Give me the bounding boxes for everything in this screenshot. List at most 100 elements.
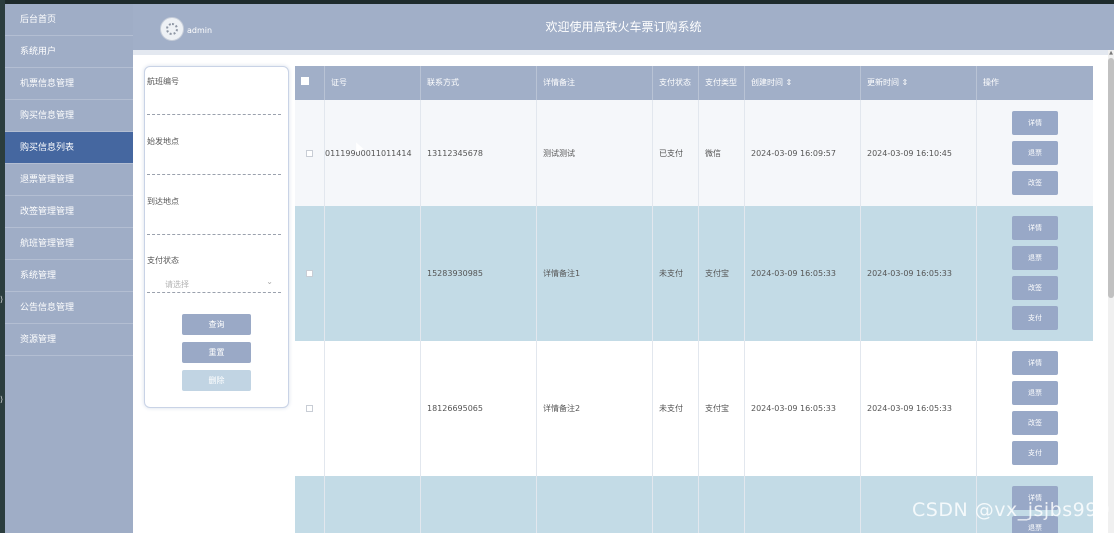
- row-select-cell: [295, 341, 325, 476]
- cell-created: [745, 476, 861, 533]
- sidebar-item-ticket-info[interactable]: 机票信息管理: [5, 68, 133, 100]
- cell-remark: 详情备注2: [537, 341, 653, 476]
- row-select-cell: [295, 476, 325, 533]
- sidebar-item-reschedule[interactable]: 改签管理管理: [5, 196, 133, 228]
- chevron-down-icon: ⌄: [266, 277, 273, 286]
- reschedule-button[interactable]: 改签: [1012, 276, 1058, 300]
- page-title: 欢迎使用高铁火车票订购系统: [545, 20, 702, 34]
- search-field-flight-no: 航班编号: [147, 76, 281, 115]
- reschedule-button[interactable]: 改签: [1012, 411, 1058, 435]
- column-header-pay-status: 支付状态: [653, 66, 699, 100]
- column-header-updated[interactable]: 更新时间 ⇕: [861, 66, 977, 100]
- sidebar-item-announcement[interactable]: 公告信息管理: [5, 292, 133, 324]
- cell-phone: 18126695065: [421, 341, 537, 476]
- cell-id: [325, 341, 421, 476]
- refund-button[interactable]: 退票: [1012, 141, 1058, 165]
- sidebar: 后台首页 系统用户 机票信息管理 购买信息管理 购买信息列表 退票管理管理 改签…: [5, 4, 133, 533]
- pay-status-select[interactable]: 请选择 ⌄: [147, 276, 281, 293]
- row-checkbox[interactable]: [306, 270, 313, 277]
- search-panel: 航班编号 始发地点 到达地点 支付状态 请选择 ⌄ 查询 重置 删除: [144, 66, 289, 408]
- cell-updated: 2024-03-09 16:10:45: [861, 100, 977, 206]
- select-placeholder: 请选择: [165, 280, 189, 289]
- search-field-origin: 始发地点: [147, 136, 281, 175]
- table-row: 01119900011011414 13112345678 测试测试 已支付 微…: [295, 100, 1093, 206]
- cell-created: 2024-03-09 16:09:57: [745, 100, 861, 206]
- detail-button[interactable]: 详情: [1012, 216, 1058, 240]
- page-scrollbar[interactable]: ▲: [1108, 50, 1114, 533]
- cell-id: 01119900011011414: [325, 100, 421, 206]
- cell-pay-type: 微信: [699, 100, 745, 206]
- cell-created: 2024-03-09 16:05:33: [745, 206, 861, 341]
- cell-updated: 2024-03-09 16:05:33: [861, 206, 977, 341]
- row-checkbox[interactable]: [306, 149, 313, 157]
- cell-id: [325, 206, 421, 341]
- row-checkbox[interactable]: [306, 405, 313, 412]
- reset-button[interactable]: 重置: [182, 342, 251, 363]
- search-field-pay-status: 支付状态 请选择 ⌄: [147, 255, 281, 293]
- table-row: 15283930985 详情备注1 未支付 支付宝 2024-03-09 16:…: [295, 206, 1093, 341]
- watermark: CSDN @vx_jsjbs999: [912, 499, 1111, 521]
- field-label: 始发地点: [147, 137, 179, 146]
- column-header-id: 证号: [325, 66, 421, 100]
- row-actions: 详情 退票 改签 支付: [1012, 216, 1058, 336]
- cell-id: [325, 476, 421, 533]
- table-row: 18126695065 详情备注2 未支付 支付宝 2024-03-09 16:…: [295, 341, 1093, 476]
- refund-button[interactable]: 退票: [1012, 381, 1058, 405]
- data-table: 证号 联系方式 详情备注 支付状态 支付类型 创建时间 ⇕ 更新时间 ⇕ 操作 …: [295, 66, 1093, 533]
- row-select-cell: [295, 100, 325, 206]
- cell-pay-type: 支付宝: [699, 206, 745, 341]
- sidebar-item-home[interactable]: 后台首页: [5, 4, 133, 36]
- query-button[interactable]: 查询: [182, 314, 251, 335]
- sidebar-item-system-users[interactable]: 系统用户: [5, 36, 133, 68]
- column-header-actions: 操作: [983, 78, 999, 87]
- sidebar-item-system[interactable]: 系统管理: [5, 260, 133, 292]
- refund-button[interactable]: 退票: [1012, 246, 1058, 270]
- cell-phone: [421, 476, 537, 533]
- edge-glyph: ⟩: [0, 295, 4, 304]
- field-label: 支付状态: [147, 256, 179, 265]
- destination-input[interactable]: [147, 233, 281, 235]
- cell-pay-type: [699, 476, 745, 533]
- table-header: 证号 联系方式 详情备注 支付状态 支付类型 创建时间 ⇕ 更新时间 ⇕ 操作: [295, 66, 1093, 100]
- row-actions: 详情 退票 改签: [1012, 111, 1058, 201]
- sidebar-item-refund[interactable]: 退票管理管理: [5, 164, 133, 196]
- cell-remark: [537, 476, 653, 533]
- cell-pay-status: 未支付: [653, 341, 699, 476]
- column-header-remark: 详情备注: [537, 66, 653, 100]
- column-header-pay-type: 支付类型: [699, 66, 745, 100]
- cell-created: 2024-03-09 16:05:33: [745, 341, 861, 476]
- flight-no-input[interactable]: [147, 113, 281, 115]
- sidebar-item-purchase-manage[interactable]: 购买信息管理: [5, 100, 133, 132]
- sidebar-item-purchase-list[interactable]: 购买信息列表: [5, 132, 133, 164]
- column-header-created[interactable]: 创建时间 ⇕: [745, 66, 861, 100]
- scroll-up-icon[interactable]: ▲: [1108, 50, 1114, 57]
- row-actions: 详情 退票 改签 支付: [1012, 351, 1058, 471]
- cell-pay-type: 支付宝: [699, 341, 745, 476]
- scrollbar-thumb[interactable]: [1108, 58, 1114, 298]
- field-label: 到达地点: [147, 197, 179, 206]
- field-label: 航班编号: [147, 77, 179, 86]
- delete-button[interactable]: 删除: [182, 370, 251, 391]
- detail-button[interactable]: 详情: [1012, 111, 1058, 135]
- cell-phone: 15283930985: [421, 206, 537, 341]
- edge-glyph: ⟩: [0, 395, 4, 404]
- cell-pay-status: [653, 476, 699, 533]
- pay-button[interactable]: 支付: [1012, 306, 1058, 330]
- cell-phone: 13112345678: [421, 100, 537, 206]
- pay-button[interactable]: 支付: [1012, 441, 1058, 465]
- reschedule-button[interactable]: 改签: [1012, 171, 1058, 195]
- cell-pay-status: 未支付: [653, 206, 699, 341]
- column-header-phone: 联系方式: [421, 66, 537, 100]
- cell-remark: 详情备注1: [537, 206, 653, 341]
- cell-pay-status: 已支付: [653, 100, 699, 206]
- cell-remark: 测试测试: [537, 100, 653, 206]
- select-all-cell: [295, 66, 325, 100]
- sidebar-item-resources[interactable]: 资源管理: [5, 324, 133, 356]
- select-all-checkbox[interactable]: [301, 77, 309, 85]
- detail-button[interactable]: 详情: [1012, 351, 1058, 375]
- row-select-cell: [295, 206, 325, 341]
- cell-updated: 2024-03-09 16:05:33: [861, 341, 977, 476]
- sidebar-item-flight[interactable]: 航班管理管理: [5, 228, 133, 260]
- top-bar: admin 欢迎使用高铁火车票订购系统: [133, 4, 1114, 50]
- origin-input[interactable]: [147, 173, 281, 175]
